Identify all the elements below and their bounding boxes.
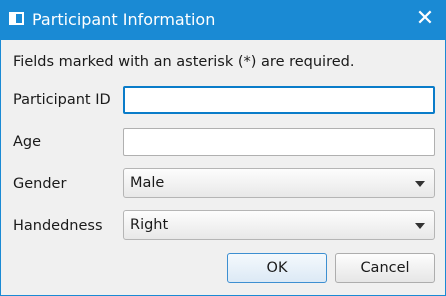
participant-info-dialog: Participant Information ✕ Fields marked …: [0, 0, 446, 296]
cancel-button[interactable]: Cancel: [335, 253, 435, 283]
gender-select[interactable]: Male: [123, 168, 435, 198]
close-icon[interactable]: ✕: [410, 5, 440, 35]
participant-id-field[interactable]: [123, 86, 435, 114]
handedness-select[interactable]: Right: [123, 210, 435, 240]
title-bar[interactable]: Participant Information ✕: [0, 0, 446, 40]
handedness-selected-value: Right: [130, 217, 169, 233]
ok-button[interactable]: OK: [227, 253, 327, 283]
chevron-down-icon: [415, 181, 425, 187]
gender-selected-value: Male: [130, 175, 165, 191]
handedness-label: Handedness: [13, 218, 103, 234]
instructions-text: Fields marked with an asterisk (*) are r…: [13, 54, 355, 70]
age-label: Age: [13, 134, 42, 150]
gender-label: Gender: [13, 176, 67, 192]
age-field[interactable]: [123, 128, 435, 156]
chevron-down-icon: [415, 223, 425, 229]
window-title: Participant Information: [32, 10, 216, 29]
participant-id-label: Participant ID: [13, 92, 111, 108]
window-icon: [9, 12, 24, 25]
